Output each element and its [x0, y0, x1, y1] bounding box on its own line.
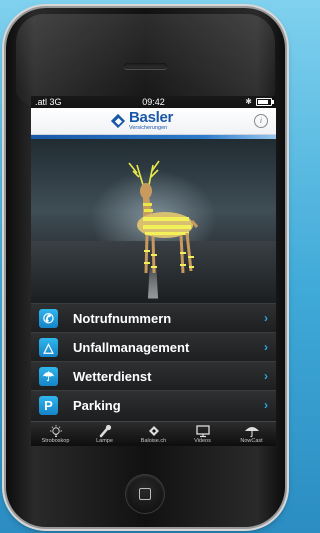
app-header: Basler Versicherungen i [31, 108, 276, 135]
bulb-icon [49, 425, 62, 437]
home-square-icon [139, 488, 151, 500]
umbrella-icon [244, 427, 259, 438]
tab-stroboskop[interactable]: Stroboskop [31, 422, 80, 446]
menu-item-wetterdienst[interactable]: ☂ Wetterdienst › [31, 361, 276, 391]
tab-lampe[interactable]: Lampe [80, 422, 129, 446]
tab-label: NowCast [240, 438, 263, 444]
tab-label: Lampe [96, 438, 113, 444]
tab-label: Stroboskop [41, 438, 70, 444]
main-menu: ✆ Notrufnummern › △ Unfallmanagement › ☂… [31, 303, 276, 421]
chevron-right-icon: › [264, 340, 268, 354]
umbrella-icon: ☂ [39, 367, 58, 386]
menu-item-label: Unfallmanagement [73, 340, 190, 355]
earpiece-speaker [124, 63, 167, 69]
logo-name: Basler [129, 109, 174, 127]
baloise-logo-icon [148, 426, 159, 436]
tab-videos[interactable]: Videos [178, 422, 227, 446]
app-screen: .atl 3G 09:42 ✱ Basler Versicherungen i [31, 96, 276, 446]
parking-icon: P [39, 396, 58, 415]
tab-nowcast[interactable]: NowCast [227, 422, 276, 446]
tab-label: Baloise.ch [140, 438, 167, 444]
phone-icon: ✆ [39, 309, 58, 328]
menu-item-unfallmanagement[interactable]: △ Unfallmanagement › [31, 332, 276, 362]
deer-with-reflective-vest-illustration [128, 160, 199, 274]
bluetooth-icon: ✱ [245, 97, 252, 106]
status-bar: .atl 3G 09:42 ✱ [31, 96, 276, 108]
chevron-right-icon: › [264, 398, 268, 412]
menu-item-label: Wetterdienst [73, 369, 152, 384]
flashlight-icon [99, 424, 111, 438]
status-time: 09:42 [142, 97, 165, 107]
tab-label: Videos [194, 438, 211, 444]
battery-level [258, 100, 269, 104]
battery-icon [256, 98, 274, 106]
menu-item-label: Notrufnummern [73, 311, 172, 326]
basler-diamond-icon [111, 114, 126, 129]
chevron-right-icon: › [264, 369, 268, 383]
warning-triangle-icon: △ [39, 338, 58, 357]
chevron-right-icon: › [264, 311, 268, 325]
logo-subtitle: Versicherungen [129, 125, 168, 132]
iphone-device: .atl 3G 09:42 ✱ Basler Versicherungen i [6, 8, 285, 527]
info-button[interactable]: i [254, 114, 268, 128]
menu-item-parking[interactable]: P Parking › [31, 390, 276, 420]
hero-accent-line [31, 135, 276, 139]
hero-image [31, 135, 276, 303]
tab-baloise[interactable]: Baloise.ch [129, 422, 178, 446]
menu-item-notrufnummern[interactable]: ✆ Notrufnummern › [31, 303, 276, 333]
tab-bar: Stroboskop Lampe Baloise.ch Videos NowCa… [31, 421, 276, 446]
monitor-icon [195, 425, 210, 438]
basler-logo: Basler Versicherungen [111, 109, 174, 132]
menu-item-label: Parking [73, 398, 121, 413]
home-button[interactable] [126, 475, 164, 513]
